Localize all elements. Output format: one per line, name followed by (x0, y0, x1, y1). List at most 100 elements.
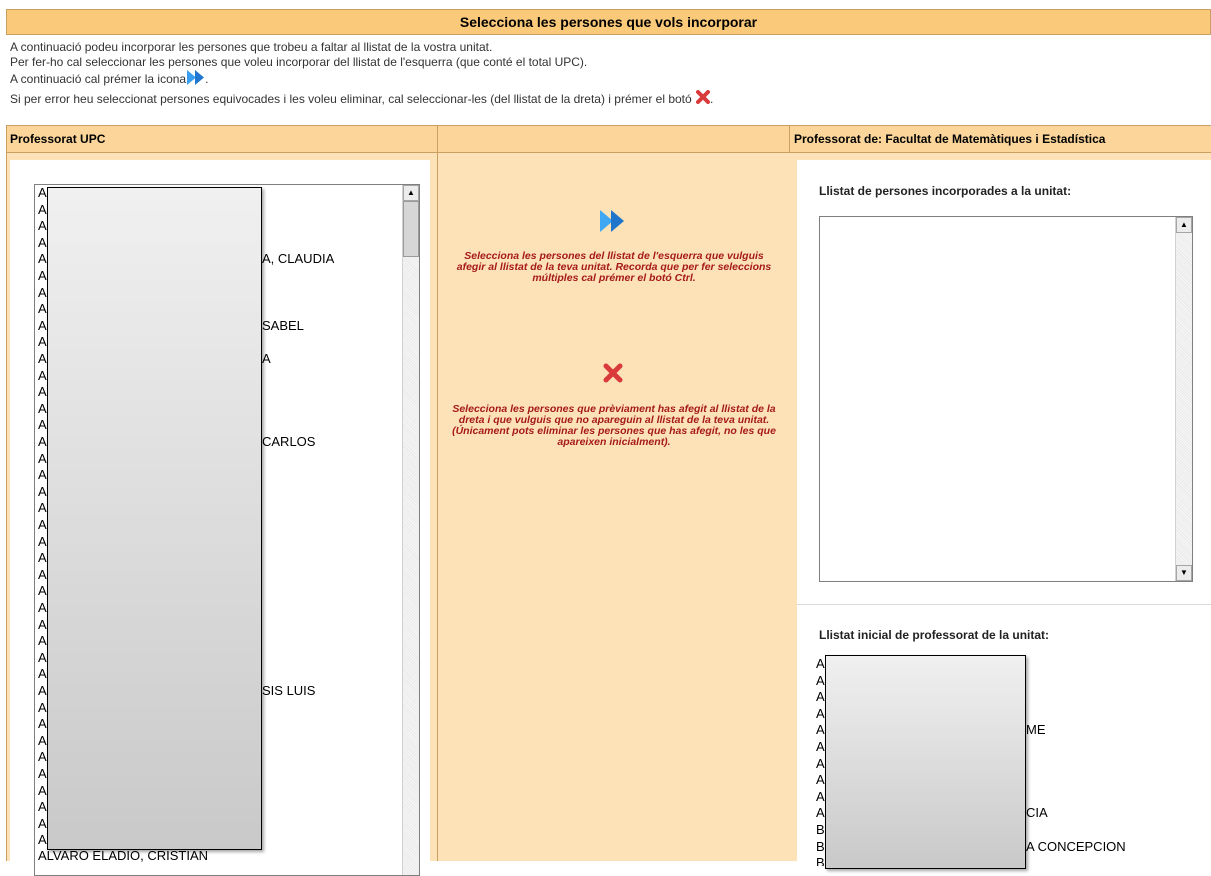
upc-list-scrollbar[interactable]: ▲ (402, 185, 419, 875)
list-item[interactable]: A (816, 706, 825, 722)
list-item[interactable]: ALVARO ELADIO, CRISTIAN (38, 848, 208, 864)
list-item[interactable]: A (38, 700, 47, 716)
list-item[interactable]: A (38, 401, 47, 417)
remove-help-text-2: (Únicament pots eliminar les persones qu… (452, 425, 776, 448)
incorporated-list-scrollbar[interactable]: ▲ ▼ (1175, 217, 1192, 581)
list-item-prefix: A (38, 268, 47, 283)
header-professorat-upc: Professorat UPC (6, 125, 438, 153)
list-item-prefix: A (38, 766, 47, 781)
list-item[interactable]: A (38, 567, 47, 583)
list-item-suffix: ME (1026, 722, 1046, 738)
list-item-prefix: A (38, 434, 47, 449)
list-item[interactable]: B (816, 822, 825, 838)
list-item-prefix: A (38, 450, 47, 466)
list-item[interactable]: A (38, 451, 47, 467)
list-item[interactable]: A (38, 235, 47, 251)
scroll-up-arrow-icon[interactable]: ▲ (1176, 217, 1192, 233)
list-item[interactable]: A (38, 268, 47, 284)
list-item[interactable]: A (38, 766, 47, 782)
list-item[interactable]: A SIS LUIS (38, 683, 315, 699)
instructions: A continuació podeu incorporar les perso… (10, 40, 1200, 109)
list-item[interactable]: A A, CLAUDIA (38, 251, 334, 267)
list-item[interactable]: A (38, 816, 47, 832)
list-item[interactable]: A (38, 467, 47, 483)
list-item[interactable]: A (38, 666, 47, 682)
list-item[interactable]: A (38, 368, 47, 384)
list-item-prefix: A (38, 384, 47, 400)
list-item[interactable]: A (816, 656, 825, 672)
list-item[interactable]: A (38, 733, 47, 749)
list-item[interactable]: A (38, 633, 47, 649)
list-item-prefix: A (38, 201, 47, 217)
scroll-down-arrow-icon[interactable]: ▼ (1176, 565, 1192, 581)
double-arrow-right-icon (187, 70, 205, 90)
upc-panel: ▲ A A A A A A, CLAUDIA A A A A SABEL A A A A A A A A CARLOS… (10, 160, 430, 876)
list-item[interactable]: AA (38, 351, 271, 367)
list-item-prefix: A (38, 666, 47, 682)
list-item[interactable]: A ME (816, 722, 1046, 738)
scroll-up-arrow-icon[interactable]: ▲ (403, 185, 419, 201)
list-item-prefix: A (38, 185, 47, 200)
list-item-prefix: A (816, 705, 825, 721)
redaction-box (47, 187, 262, 850)
list-item-prefix: A (38, 633, 47, 649)
list-item[interactable]: A (38, 600, 47, 616)
list-item-prefix: A (816, 672, 825, 688)
list-item[interactable]: B A CONCEPCION (816, 839, 1126, 855)
list-item[interactable]: A (38, 534, 47, 550)
list-item-prefix: A (38, 600, 47, 615)
list-item-prefix: A (38, 234, 47, 250)
red-x-icon[interactable] (603, 363, 623, 386)
list-item[interactable]: A (38, 749, 47, 765)
remove-help-text-1: Selecciona les persones que prèviament h… (452, 403, 776, 426)
list-item[interactable]: A (38, 334, 47, 350)
action-area: Selecciona les persones del llistat de l… (438, 153, 790, 861)
list-item[interactable]: A (38, 484, 47, 500)
list-item[interactable]: A (816, 689, 825, 705)
list-item-prefix: A (38, 616, 47, 632)
instruction-line-4-text: Si per error heu seleccionat persones eq… (10, 92, 692, 106)
incorporated-listbox[interactable]: ▲ ▼ (819, 216, 1193, 582)
list-item[interactable]: A (38, 650, 47, 666)
list-item[interactable]: A (38, 218, 47, 234)
list-item[interactable]: A (38, 202, 47, 218)
add-help-text: Selecciona les persones del llistat de l… (456, 250, 772, 284)
list-item[interactable]: A (38, 517, 47, 533)
list-item[interactable]: A (816, 772, 825, 788)
list-item-prefix: A (38, 683, 47, 698)
scroll-thumb[interactable] (403, 201, 419, 257)
list-item[interactable]: A CIA (816, 805, 1048, 821)
list-item[interactable]: A (816, 789, 825, 805)
double-arrow-right-icon[interactable] (600, 210, 626, 235)
list-item[interactable]: A (38, 301, 47, 317)
list-item[interactable]: A (816, 756, 825, 772)
list-item[interactable]: A (38, 417, 47, 433)
list-item[interactable]: A (38, 384, 47, 400)
list-item[interactable]: A (38, 285, 47, 301)
list-item-prefix: A (38, 251, 47, 267)
instruction-line-1: A continuació podeu incorporar les perso… (10, 40, 493, 54)
list-item[interactable]: A SABEL (38, 317, 304, 334)
instruction-line-3: A continuació cal prémer la icona. (10, 70, 1200, 90)
list-item-prefix: B (816, 822, 825, 837)
list-item[interactable]: A (38, 716, 47, 732)
list-item[interactable]: A (816, 673, 825, 689)
list-item-prefix: A (38, 500, 47, 516)
list-item-prefix: A (38, 218, 47, 234)
list-item[interactable]: A (38, 617, 47, 633)
list-item[interactable]: A CARLOS (38, 434, 315, 450)
list-item[interactable]: A (38, 500, 47, 516)
instruction-line-4: Si per error heu seleccionat persones eq… (10, 90, 1200, 109)
list-item-prefix: A (38, 317, 47, 333)
list-item-suffix: SIS LUIS (262, 683, 316, 698)
list-item[interactable]: A (38, 799, 47, 815)
list-item[interactable]: A (38, 583, 47, 599)
page-title: Selecciona les persones que vols incorpo… (6, 9, 1211, 35)
list-item-prefix: A (816, 739, 825, 754)
list-item[interactable]: A (38, 550, 47, 566)
list-item[interactable]: A (38, 783, 47, 799)
list-item-prefix: A (816, 689, 825, 705)
list-item[interactable]: A (816, 739, 825, 755)
list-item[interactable]: A (38, 185, 47, 201)
red-x-icon (696, 90, 711, 109)
